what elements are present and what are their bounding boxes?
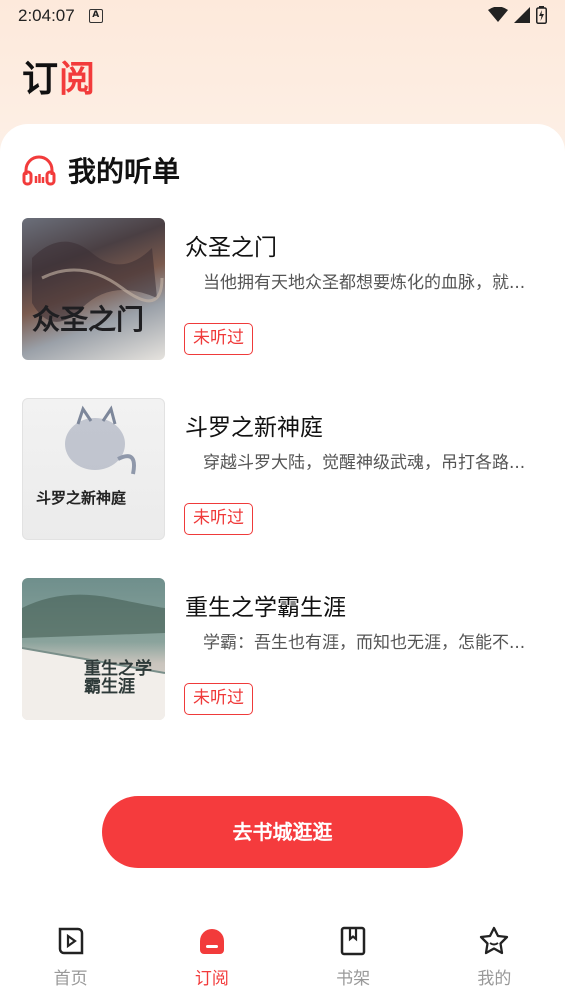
tab-profile[interactable]: 我的 bbox=[424, 916, 565, 1004]
go-to-bookstore-button[interactable]: 去书城逛逛 bbox=[102, 796, 463, 868]
cover-art bbox=[32, 241, 164, 322]
section-title: 我的听单 bbox=[68, 155, 181, 188]
headphones-icon bbox=[22, 155, 56, 186]
profile-star-icon bbox=[480, 926, 509, 955]
tab-home[interactable]: 首页 bbox=[0, 916, 141, 1004]
status-badge: 未听过 bbox=[184, 323, 253, 355]
tab-bookshelf-label: 书架 bbox=[336, 969, 371, 989]
battery-icon bbox=[536, 6, 547, 24]
book-item[interactable]: 斗罗之新神庭 斗罗之新神庭 穿越斗罗大陆，觉醒神级武魂，吊打各路... 未听过 bbox=[22, 398, 547, 546]
section-header: 我的听单 bbox=[22, 150, 180, 190]
cover-art bbox=[65, 405, 136, 475]
page-title-part1: 订 bbox=[22, 59, 60, 100]
bottom-tab-bar: 首页 订阅 书架 我的 bbox=[0, 916, 565, 1004]
book-item[interactable]: 众圣之门 众圣之门 当他拥有天地众圣都想要炼化的血脉，就... 未听过 bbox=[22, 218, 547, 366]
status-badge: 未听过 bbox=[184, 503, 253, 535]
book-cover[interactable]: 重生之学霸生涯 bbox=[22, 578, 165, 720]
page-title-part2: 阅 bbox=[59, 59, 97, 100]
book-title: 众圣之门 bbox=[185, 235, 277, 261]
book-cover[interactable]: 众圣之门 bbox=[22, 218, 165, 360]
tab-bookshelf[interactable]: 书架 bbox=[283, 916, 424, 1004]
tab-profile-label: 我的 bbox=[477, 969, 512, 989]
cover-title: 斗罗之新神庭 bbox=[36, 489, 127, 507]
cover-title: 重生之学霸生涯 bbox=[84, 659, 152, 697]
signal-icon bbox=[514, 7, 530, 23]
book-item[interactable]: 重生之学霸生涯 重生之学霸生涯 学霸：吾生也有涯，而知也无涯，怎能不... 未听… bbox=[22, 578, 547, 726]
status-icons bbox=[488, 6, 547, 24]
tab-subscribe[interactable]: 订阅 bbox=[141, 916, 282, 1004]
book-description: 穿越斗罗大陆，觉醒神级武魂，吊打各路... bbox=[203, 453, 526, 473]
cover-art bbox=[22, 594, 165, 720]
cover-title: 众圣之门 bbox=[32, 303, 145, 336]
book-title: 重生之学霸生涯 bbox=[185, 595, 346, 621]
play-book-icon bbox=[58, 927, 83, 955]
book-description: 当他拥有天地众圣都想要炼化的血脉，就... bbox=[203, 273, 526, 293]
subscribe-icon bbox=[199, 929, 224, 954]
status-badge: 未听过 bbox=[184, 683, 253, 715]
page-title: 订阅 bbox=[22, 50, 96, 102]
status-bar: 2:04:07 A bbox=[0, 0, 565, 32]
status-time: 2:04:07 bbox=[18, 6, 75, 25]
bookshelf-icon bbox=[340, 926, 366, 956]
tab-home-label: 首页 bbox=[53, 969, 88, 989]
book-description: 学霸：吾生也有涯，而知也无涯，怎能不... bbox=[203, 633, 526, 653]
notification-icon: A bbox=[88, 9, 103, 23]
tab-subscribe-label: 订阅 bbox=[194, 969, 229, 989]
book-title: 斗罗之新神庭 bbox=[185, 415, 323, 441]
wifi-icon bbox=[488, 7, 508, 22]
book-cover[interactable]: 斗罗之新神庭 bbox=[22, 398, 165, 540]
